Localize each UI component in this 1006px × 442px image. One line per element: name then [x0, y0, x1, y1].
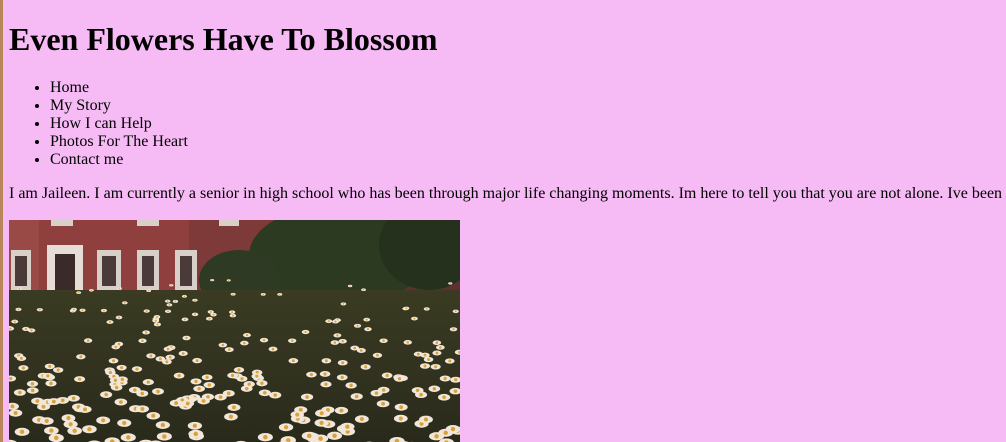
- page-title: Even Flowers Have To Blossom: [9, 21, 438, 57]
- window-left-edge: [0, 0, 3, 442]
- nav-item-how-i-can-help[interactable]: How I can Help: [50, 115, 188, 133]
- nav-item-photos-for-the-heart[interactable]: Photos For The Heart: [50, 133, 188, 151]
- nav-item-contact-me[interactable]: Contact me: [50, 151, 188, 169]
- intro-paragraph: I am Jaileen. I am currently a senior in…: [9, 185, 1003, 202]
- nav-item-my-story[interactable]: My Story: [50, 97, 188, 115]
- nav-list: Home My Story How I can Help Photos For …: [9, 79, 188, 169]
- photo-illustration: [9, 220, 460, 442]
- nav-item-home[interactable]: Home: [50, 79, 188, 97]
- daisy-garden-photo: [9, 220, 460, 442]
